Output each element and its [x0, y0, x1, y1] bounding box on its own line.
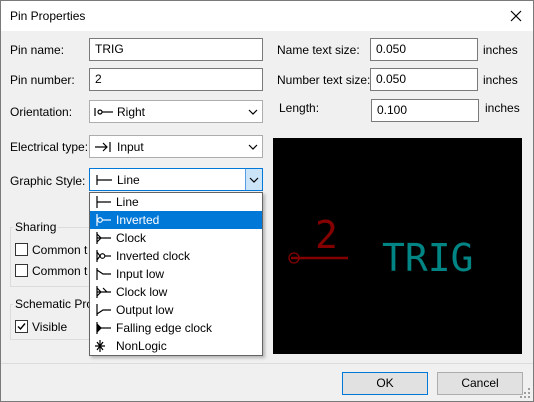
orientation-right-icon	[94, 108, 113, 116]
number-text-size-label: Number text size:	[277, 73, 371, 87]
dialog-title: Pin Properties	[10, 9, 86, 23]
option-output-low[interactable]: Output low	[90, 301, 262, 319]
option-inverted-label: Inverted	[116, 213, 160, 227]
input-low-style-icon	[96, 268, 111, 280]
input-type-icon	[95, 142, 111, 152]
graphic-style-options-list: Line Inverted Clock Inverted clock Input…	[89, 192, 263, 356]
length-unit: inches	[485, 101, 520, 115]
line-style-icon	[96, 196, 111, 208]
pin-properties-dialog: Pin Properties Pin name: TRIG Pin number…	[0, 0, 534, 402]
line-style-icon	[96, 175, 112, 185]
inverted-style-icon	[96, 214, 111, 226]
close-icon	[510, 10, 522, 22]
orientation-dropdown[interactable]: Right	[89, 100, 263, 123]
number-text-size-field[interactable]: 0.050	[370, 68, 478, 91]
pin-number-field[interactable]: 2	[89, 68, 263, 91]
length-field[interactable]: 0.100	[371, 99, 479, 122]
option-nonlogic-label: NonLogic	[116, 339, 167, 353]
dropdown-button[interactable]	[245, 169, 262, 190]
checkmark-icon	[17, 323, 26, 331]
resize-grip-icon[interactable]	[519, 387, 531, 399]
option-line[interactable]: Line	[90, 193, 262, 211]
title-bar: Pin Properties	[1, 1, 533, 31]
common-convert-checkbox[interactable]	[15, 264, 28, 277]
number-text-size-unit: inches	[483, 73, 518, 87]
number-text-size-value: 0.050	[376, 72, 407, 86]
option-inverted-clock[interactable]: Inverted clock	[90, 247, 262, 265]
name-text-size-unit: inches	[483, 43, 518, 57]
graphic-style-dropdown[interactable]: Line	[89, 168, 263, 191]
electrical-type-dropdown[interactable]: Input	[89, 135, 263, 158]
clock-low-style-icon	[96, 286, 111, 298]
preview-pin-number: 2	[315, 213, 338, 257]
pin-preview-canvas: 2 TRIG	[273, 138, 522, 354]
preview-pin-name: TRIG	[382, 236, 474, 280]
option-input-low-label: Input low	[116, 267, 165, 281]
common-convert-label: Common t	[32, 264, 88, 278]
falling-edge-clock-style-icon	[96, 322, 111, 334]
inverted-clock-style-icon	[96, 250, 111, 262]
clock-style-icon	[96, 232, 111, 244]
sharing-group-title: Sharing	[13, 220, 59, 234]
option-output-low-label: Output low	[116, 303, 174, 317]
visible-checkbox[interactable]	[15, 320, 28, 333]
nonlogic-style-icon	[95, 340, 105, 352]
schematic-properties-title: Schematic Pro	[13, 297, 96, 311]
orientation-value: Right	[117, 105, 146, 119]
visible-label: Visible	[32, 320, 68, 334]
cancel-button[interactable]: Cancel	[437, 372, 523, 395]
pin-name-value: TRIG	[95, 42, 124, 56]
electrical-type-label: Electrical type:	[10, 140, 89, 154]
chevron-down-icon	[248, 109, 258, 115]
option-inverted-clock-label: Inverted clock	[116, 249, 191, 263]
common-units-checkbox[interactable]	[15, 243, 28, 256]
option-nonlogic[interactable]: NonLogic	[90, 337, 262, 355]
option-falling-edge-clock[interactable]: Falling edge clock	[90, 319, 262, 337]
length-label: Length:	[279, 101, 320, 115]
option-inverted[interactable]: Inverted	[90, 211, 262, 229]
graphic-style-value: Line	[117, 173, 140, 187]
orientation-label: Orientation:	[10, 105, 73, 119]
length-value: 0.100	[377, 103, 408, 117]
chevron-down-icon	[249, 177, 259, 183]
pin-number-value: 2	[95, 72, 102, 86]
option-line-label: Line	[116, 195, 139, 209]
output-low-style-icon	[96, 304, 111, 316]
pin-name-label: Pin name:	[10, 43, 65, 57]
button-bar-divider	[1, 363, 533, 364]
close-button[interactable]	[499, 1, 533, 31]
chevron-down-icon	[248, 144, 258, 150]
option-clock-low[interactable]: Clock low	[90, 283, 262, 301]
ok-button[interactable]: OK	[342, 372, 428, 395]
pin-number-label: Pin number:	[10, 73, 75, 87]
common-units-label: Common t	[32, 243, 88, 257]
pin-preview-drawing: 2 TRIG	[288, 213, 474, 280]
option-clock[interactable]: Clock	[90, 229, 262, 247]
name-text-size-label: Name text size:	[277, 43, 360, 57]
option-clock-label: Clock	[116, 231, 147, 245]
name-text-size-value: 0.050	[376, 42, 407, 56]
pin-name-field[interactable]: TRIG	[89, 38, 263, 61]
electrical-type-value: Input	[117, 140, 144, 154]
name-text-size-field[interactable]: 0.050	[370, 38, 478, 61]
option-clock-low-label: Clock low	[116, 285, 168, 299]
graphic-style-label: Graphic Style:	[10, 174, 86, 188]
sharing-group	[10, 227, 90, 287]
option-input-low[interactable]: Input low	[90, 265, 262, 283]
option-falling-edge-clock-label: Falling edge clock	[116, 321, 213, 335]
